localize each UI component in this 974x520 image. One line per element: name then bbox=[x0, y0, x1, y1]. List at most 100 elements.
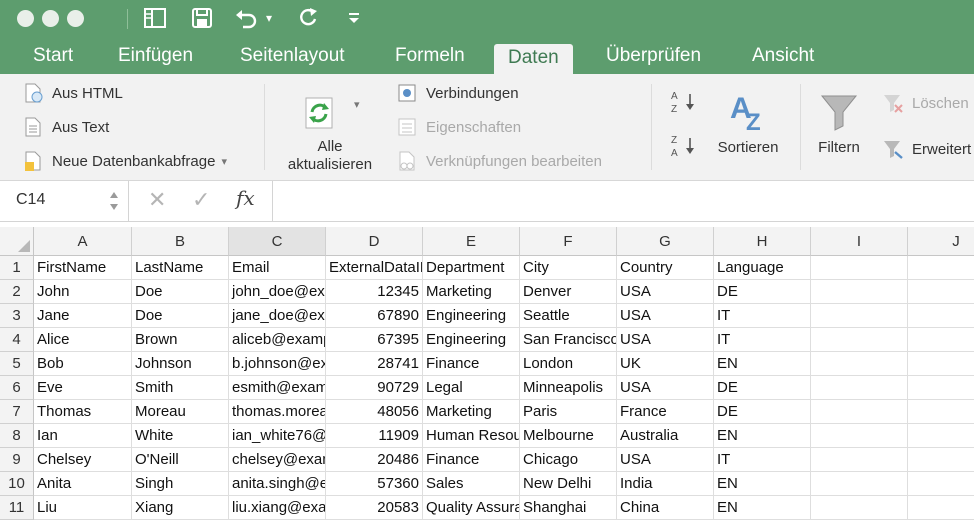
cell-f10[interactable]: New Delhi bbox=[520, 472, 617, 496]
cell-e9[interactable]: Finance bbox=[423, 448, 520, 472]
cell-c4[interactable]: aliceb@example.com bbox=[229, 328, 326, 352]
undo-icon[interactable] bbox=[233, 7, 259, 29]
cell-d5[interactable]: 28741 bbox=[326, 352, 423, 376]
cell-a2[interactable]: John bbox=[34, 280, 132, 304]
cell-g6[interactable]: USA bbox=[617, 376, 714, 400]
row-header[interactable]: 5 bbox=[0, 352, 34, 376]
cell-h5[interactable]: EN bbox=[714, 352, 811, 376]
cell-i3[interactable] bbox=[811, 304, 908, 328]
cell-b3[interactable]: Doe bbox=[132, 304, 229, 328]
tab-daten[interactable]: Daten bbox=[494, 44, 573, 74]
tab-einfuegen[interactable]: Einfügen bbox=[118, 38, 193, 74]
cell-a3[interactable]: Jane bbox=[34, 304, 132, 328]
cell-a4[interactable]: Alice bbox=[34, 328, 132, 352]
close-window-button[interactable] bbox=[17, 10, 34, 27]
row-header[interactable]: 2 bbox=[0, 280, 34, 304]
sort-descending-icon[interactable]: ZA bbox=[670, 132, 700, 160]
column-header-a[interactable]: A bbox=[34, 227, 132, 256]
sort-ascending-icon[interactable]: AZ bbox=[670, 88, 700, 116]
cell-i8[interactable] bbox=[811, 424, 908, 448]
cell-c2[interactable]: john_doe@example.com bbox=[229, 280, 326, 304]
cell-b10[interactable]: Singh bbox=[132, 472, 229, 496]
insert-function-button[interactable]: fx bbox=[236, 186, 255, 210]
row-header[interactable]: 8 bbox=[0, 424, 34, 448]
cell-f5[interactable]: London bbox=[520, 352, 617, 376]
zoom-window-button[interactable] bbox=[67, 10, 84, 27]
column-header-d[interactable]: D bbox=[326, 227, 423, 256]
confirm-formula-button[interactable]: ✓ bbox=[192, 187, 210, 213]
cell-f4[interactable]: San Francisco bbox=[520, 328, 617, 352]
aus-text-button[interactable]: Aus Text bbox=[22, 116, 109, 138]
column-header-j[interactable]: J bbox=[908, 227, 974, 256]
row-header[interactable]: 4 bbox=[0, 328, 34, 352]
cell-d8[interactable]: 11909 bbox=[326, 424, 423, 448]
cell-d9[interactable]: 20486 bbox=[326, 448, 423, 472]
column-header-c[interactable]: C bbox=[229, 227, 326, 256]
cell-c8[interactable]: ian_white76@example.com bbox=[229, 424, 326, 448]
cell-j4[interactable] bbox=[908, 328, 974, 352]
cell-g11[interactable]: China bbox=[617, 496, 714, 520]
cell-j7[interactable] bbox=[908, 400, 974, 424]
cell-f6[interactable]: Minneapolis bbox=[520, 376, 617, 400]
column-header-g[interactable]: G bbox=[617, 227, 714, 256]
cell-b6[interactable]: Smith bbox=[132, 376, 229, 400]
verknuepfungen-bearbeiten-button[interactable]: Verknüpfungen bearbeiten bbox=[396, 150, 602, 172]
row-header[interactable]: 9 bbox=[0, 448, 34, 472]
cell-f11[interactable]: Shanghai bbox=[520, 496, 617, 520]
column-header-i[interactable]: I bbox=[811, 227, 908, 256]
filtern-button[interactable]: Filtern bbox=[808, 80, 870, 176]
row-header[interactable]: 11 bbox=[0, 496, 34, 520]
cell-i10[interactable] bbox=[811, 472, 908, 496]
row-header[interactable]: 6 bbox=[0, 376, 34, 400]
cell-b5[interactable]: Johnson bbox=[132, 352, 229, 376]
cell-c6[interactable]: esmith@example.com bbox=[229, 376, 326, 400]
cell-e8[interactable]: Human Resources bbox=[423, 424, 520, 448]
column-header-b[interactable]: B bbox=[132, 227, 229, 256]
cell-h11[interactable]: EN bbox=[714, 496, 811, 520]
aus-html-button[interactable]: Aus HTML bbox=[22, 82, 123, 104]
cell-b2[interactable]: Doe bbox=[132, 280, 229, 304]
cell-a5[interactable]: Bob bbox=[34, 352, 132, 376]
verbindungen-button[interactable]: Verbindungen bbox=[396, 82, 519, 104]
cancel-formula-button[interactable]: ✕ bbox=[148, 187, 166, 213]
cell-i7[interactable] bbox=[811, 400, 908, 424]
cell-b4[interactable]: Brown bbox=[132, 328, 229, 352]
undo-dropdown-arrow[interactable]: ▾ bbox=[262, 7, 276, 29]
cell-d2[interactable]: 12345 bbox=[326, 280, 423, 304]
cell-b7[interactable]: Moreau bbox=[132, 400, 229, 424]
cell-i1[interactable] bbox=[811, 256, 908, 280]
sidebar-toggle-icon[interactable] bbox=[142, 7, 168, 29]
cell-h7[interactable]: DE bbox=[714, 400, 811, 424]
cell-e5[interactable]: Finance bbox=[423, 352, 520, 376]
column-header-h[interactable]: H bbox=[714, 227, 811, 256]
cell-e11[interactable]: Quality Assurance bbox=[423, 496, 520, 520]
cell-c1[interactable]: Email bbox=[229, 256, 326, 280]
cell-h2[interactable]: DE bbox=[714, 280, 811, 304]
cell-j8[interactable] bbox=[908, 424, 974, 448]
cell-i9[interactable] bbox=[811, 448, 908, 472]
cell-f1[interactable]: City bbox=[520, 256, 617, 280]
cell-h10[interactable]: EN bbox=[714, 472, 811, 496]
redo-icon[interactable] bbox=[296, 7, 320, 29]
erweitert-button[interactable]: Erweitert bbox=[882, 138, 971, 160]
cell-h9[interactable]: IT bbox=[714, 448, 811, 472]
cell-f8[interactable]: Melbourne bbox=[520, 424, 617, 448]
cell-i11[interactable] bbox=[811, 496, 908, 520]
cell-e3[interactable]: Engineering bbox=[423, 304, 520, 328]
cell-i2[interactable] bbox=[811, 280, 908, 304]
cell-h8[interactable]: EN bbox=[714, 424, 811, 448]
cell-g4[interactable]: USA bbox=[617, 328, 714, 352]
tab-seitenlayout[interactable]: Seitenlayout bbox=[240, 38, 345, 74]
cell-a1[interactable]: FirstName bbox=[34, 256, 132, 280]
cell-f7[interactable]: Paris bbox=[520, 400, 617, 424]
cell-i6[interactable] bbox=[811, 376, 908, 400]
cell-a6[interactable]: Eve bbox=[34, 376, 132, 400]
cell-d11[interactable]: 20583 bbox=[326, 496, 423, 520]
cell-a7[interactable]: Thomas bbox=[34, 400, 132, 424]
cell-a10[interactable]: Anita bbox=[34, 472, 132, 496]
cell-e4[interactable]: Engineering bbox=[423, 328, 520, 352]
cell-j3[interactable] bbox=[908, 304, 974, 328]
cell-d10[interactable]: 57360 bbox=[326, 472, 423, 496]
cell-g2[interactable]: USA bbox=[617, 280, 714, 304]
eigenschaften-button[interactable]: Eigenschaften bbox=[396, 116, 521, 138]
